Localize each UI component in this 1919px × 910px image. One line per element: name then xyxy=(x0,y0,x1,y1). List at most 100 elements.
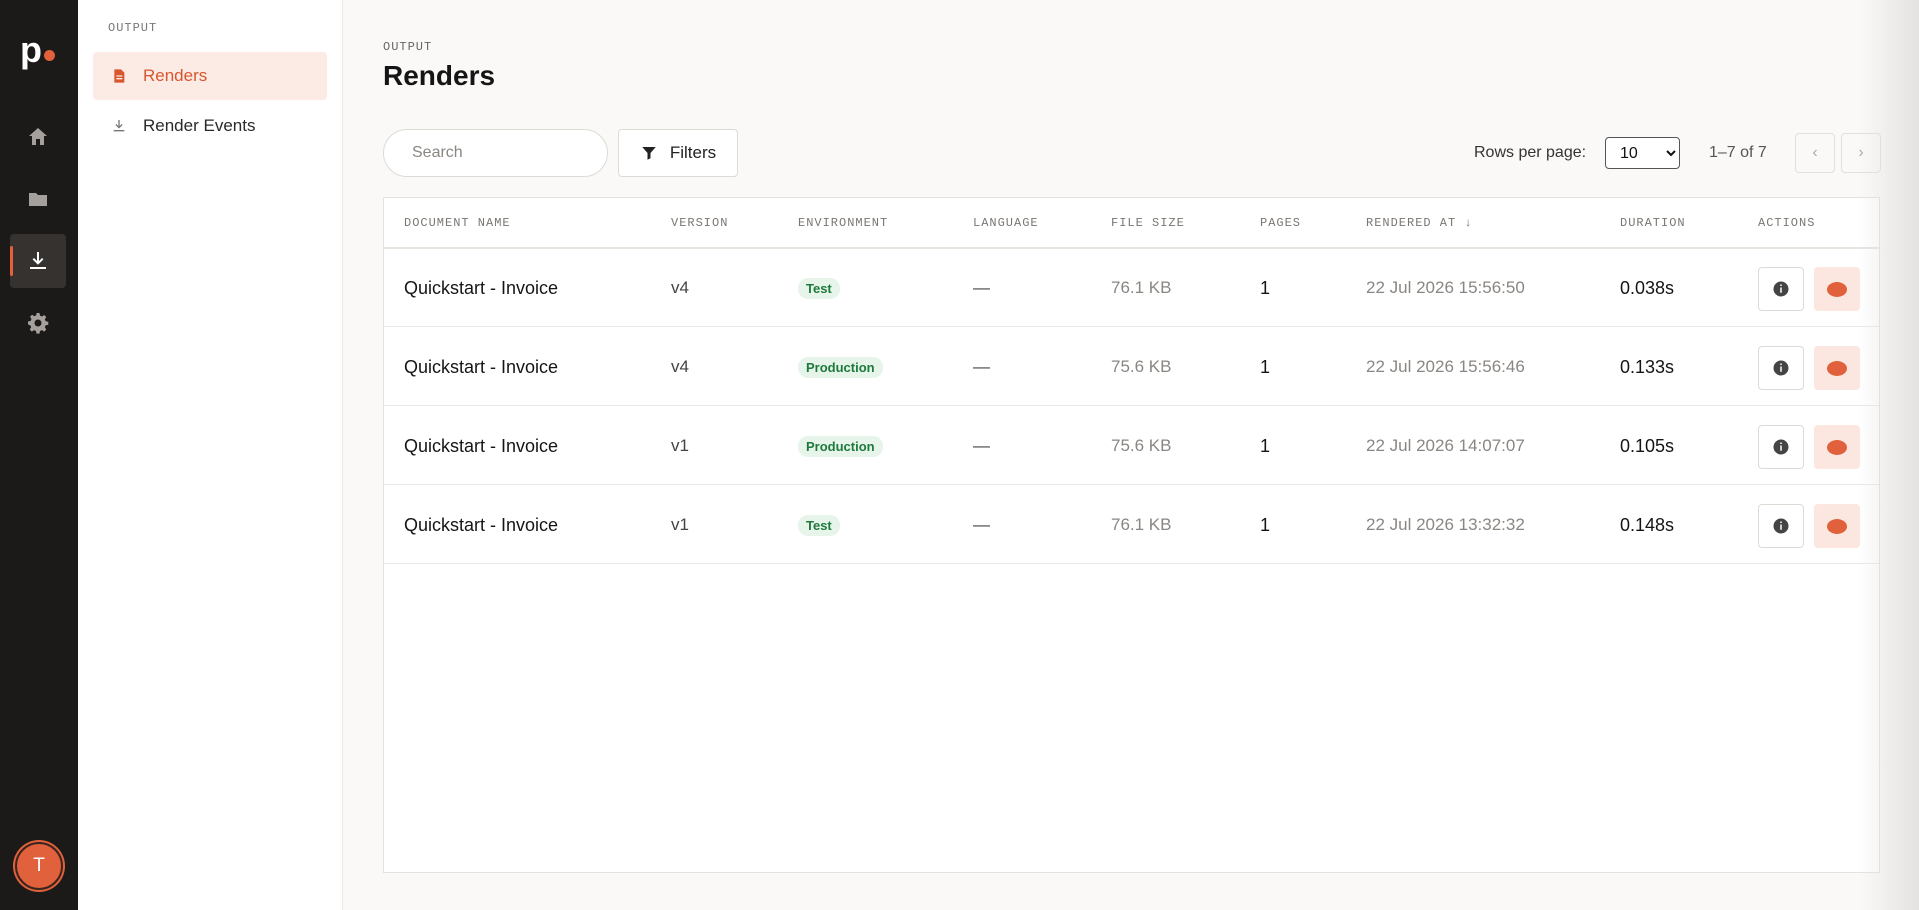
cell-file-size: 75.6 KB xyxy=(1111,436,1172,455)
delete-icon xyxy=(1827,518,1847,534)
cell-environment: Test xyxy=(798,249,840,327)
column-header-duration[interactable]: DURATION xyxy=(1620,216,1686,230)
cell-pages: 1 xyxy=(1260,356,1271,377)
logo-letter: p xyxy=(20,29,42,70)
column-header-version[interactable]: VERSION xyxy=(671,216,728,230)
info-icon xyxy=(1773,439,1789,455)
cell-duration: 0.133s xyxy=(1620,356,1675,377)
subnav-item-render-events[interactable]: Render Events xyxy=(93,102,327,150)
filters-label: Filters xyxy=(669,143,717,162)
cell-environment: Production xyxy=(798,328,883,406)
rows-per-page-select[interactable]: 10 xyxy=(1605,137,1680,169)
cell-pages: 1 xyxy=(1260,435,1271,456)
info-button[interactable] xyxy=(1758,425,1804,469)
environment-badge: Test xyxy=(798,277,840,299)
cell-language: — xyxy=(973,357,990,376)
column-header-environment[interactable]: ENVIRONMENT xyxy=(798,216,888,230)
cell-rendered-at: 22 Jul 2026 13:32:32 xyxy=(1366,515,1525,534)
cell-pages: 1 xyxy=(1260,277,1271,298)
cell-file-size: 75.6 KB xyxy=(1111,357,1172,376)
subnav-item-renders[interactable]: Renders xyxy=(93,52,327,100)
cell-document-name: Quickstart - Invoice xyxy=(404,356,559,377)
table-row[interactable]: Quickstart - Invoice v4 Production — 75.… xyxy=(384,328,1879,406)
environment-badge: Test xyxy=(798,514,840,536)
info-button[interactable] xyxy=(1758,346,1804,390)
table-row[interactable]: Quickstart - Invoice v1 Test — 76.1 KB 1… xyxy=(384,486,1879,564)
cell-rendered-at: 22 Jul 2026 15:56:50 xyxy=(1366,278,1525,297)
column-header-document-name[interactable]: DOCUMENT NAME xyxy=(404,216,511,230)
cell-version: v4 xyxy=(671,357,689,376)
rail-item-output[interactable] xyxy=(10,234,66,288)
rail-item-templates[interactable] xyxy=(10,172,66,226)
cell-language: — xyxy=(973,278,990,297)
gear-icon xyxy=(28,313,49,334)
cell-document-name: Quickstart - Invoice xyxy=(404,277,559,298)
info-icon xyxy=(1773,281,1789,297)
delete-button[interactable] xyxy=(1814,425,1860,469)
cell-duration: 0.038s xyxy=(1620,277,1675,298)
delete-icon xyxy=(1827,281,1847,297)
info-icon xyxy=(1773,360,1789,376)
cell-version: v1 xyxy=(671,515,689,534)
cell-duration: 0.105s xyxy=(1620,435,1675,456)
table-header: DOCUMENT NAME VERSION ENVIRONMENT LANGUA… xyxy=(384,198,1879,249)
cell-language: — xyxy=(973,515,990,534)
logo-dot xyxy=(44,50,55,61)
column-header-file-size[interactable]: FILE SIZE xyxy=(1111,216,1185,230)
cell-language: — xyxy=(973,436,990,455)
environment-badge: Production xyxy=(798,356,883,378)
environment-badge: Production xyxy=(798,435,883,457)
edge-shadow xyxy=(1859,0,1919,910)
cell-version: v4 xyxy=(671,278,689,297)
info-icon xyxy=(1773,518,1789,534)
brand-logo[interactable]: p xyxy=(20,32,60,72)
rail-item-home[interactable] xyxy=(10,110,66,164)
subnav-item-label: Renders xyxy=(143,66,208,85)
home-icon xyxy=(29,128,47,145)
download-icon xyxy=(30,252,46,269)
column-header-actions: ACTIONS xyxy=(1758,216,1816,230)
subnav-item-label: Render Events xyxy=(143,116,256,135)
column-header-rendered-at[interactable]: RENDERED AT ↓ xyxy=(1366,216,1473,230)
renders-table: DOCUMENT NAME VERSION ENVIRONMENT LANGUA… xyxy=(383,197,1880,873)
cell-rendered-at: 22 Jul 2026 14:07:07 xyxy=(1366,436,1525,455)
secondary-nav: OUTPUT Renders Render Events xyxy=(78,0,343,910)
rows-per-page-label: Rows per page: xyxy=(1474,144,1587,161)
cell-version: v1 xyxy=(671,436,689,455)
cell-file-size: 76.1 KB xyxy=(1111,515,1172,534)
download-icon xyxy=(113,120,125,132)
cell-environment: Production xyxy=(798,407,883,485)
user-avatar[interactable]: T xyxy=(15,842,63,890)
delete-button[interactable] xyxy=(1814,504,1860,548)
pagination-info: 1–7 of 7 xyxy=(1709,144,1767,161)
app-rail: p T xyxy=(0,0,78,910)
subnav-section-label: OUTPUT xyxy=(108,21,158,35)
info-button[interactable] xyxy=(1758,267,1804,311)
delete-button[interactable] xyxy=(1814,346,1860,390)
delete-icon xyxy=(1827,439,1847,455)
cell-document-name: Quickstart - Invoice xyxy=(404,435,559,456)
search-input[interactable] xyxy=(383,129,608,177)
folder-icon xyxy=(29,193,47,206)
delete-icon xyxy=(1827,360,1847,376)
table-row[interactable]: Quickstart - Invoice v4 Test — 76.1 KB 1… xyxy=(384,249,1879,327)
delete-button[interactable] xyxy=(1814,267,1860,311)
cell-pages: 1 xyxy=(1260,514,1271,535)
page-eyebrow: OUTPUT xyxy=(383,40,433,54)
column-header-language[interactable]: LANGUAGE xyxy=(973,216,1039,230)
column-header-pages[interactable]: PAGES xyxy=(1260,216,1301,230)
cell-environment: Test xyxy=(798,486,840,564)
previous-page-button[interactable]: ‹ xyxy=(1795,133,1835,173)
page-title: Renders xyxy=(383,60,496,91)
filter-icon xyxy=(642,147,656,160)
cell-rendered-at: 22 Jul 2026 15:56:46 xyxy=(1366,357,1525,376)
rail-item-settings[interactable] xyxy=(10,296,66,350)
cell-file-size: 76.1 KB xyxy=(1111,278,1172,297)
document-icon xyxy=(114,69,125,83)
table-row[interactable]: Quickstart - Invoice v1 Production — 75.… xyxy=(384,407,1879,485)
cell-document-name: Quickstart - Invoice xyxy=(404,514,559,535)
info-button[interactable] xyxy=(1758,504,1804,548)
chevron-left-icon: ‹ xyxy=(1812,144,1818,161)
cell-duration: 0.148s xyxy=(1620,514,1675,535)
filters-button[interactable]: Filters xyxy=(618,129,738,177)
